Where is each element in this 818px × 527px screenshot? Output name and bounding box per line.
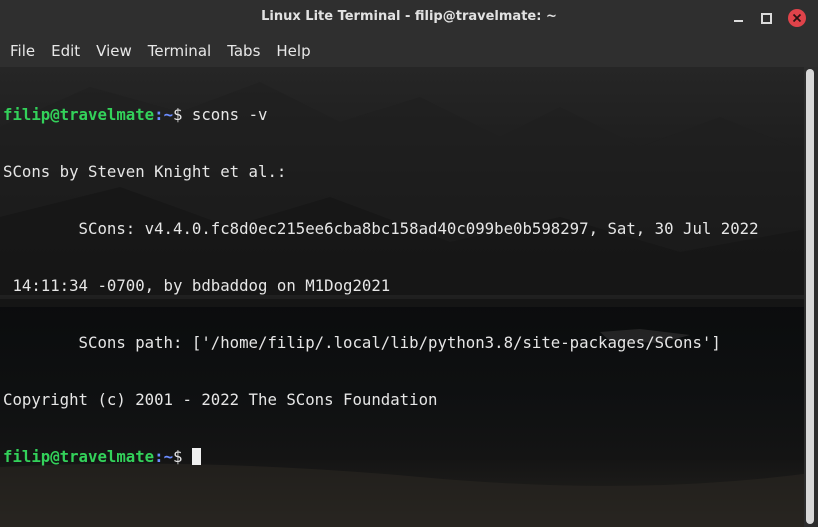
prompt-path: :~ [154, 447, 174, 466]
prompt-symbol: $ [173, 447, 192, 466]
terminal-area[interactable]: filip@travelmate:~$ scons -v SCons by St… [0, 67, 818, 527]
close-button[interactable] [788, 9, 806, 27]
prompt-symbol: $ [173, 105, 192, 124]
prompt-user: filip@travelmate [3, 447, 155, 466]
maximize-button[interactable] [757, 9, 775, 27]
prompt-path: :~ [154, 105, 174, 124]
menu-file[interactable]: File [2, 36, 43, 67]
output-line: Copyright (c) 2001 - 2022 The SCons Foun… [3, 390, 438, 409]
output-line: SCons: v4.4.0.fc8d0ec215ee6cba8bc158ad40… [3, 219, 759, 238]
prompt-line: filip@travelmate:~$ [3, 447, 805, 466]
output-line: 14:11:34 -0700, by bdbaddog on M1Dog2021 [3, 276, 391, 295]
menu-bar: File Edit View Terminal Tabs Help [0, 36, 818, 67]
terminal-output: filip@travelmate:~$ scons -v SCons by St… [3, 67, 805, 504]
minimize-button[interactable] [729, 9, 747, 27]
output-line: SCons by Steven Knight et al.: [3, 162, 287, 181]
title-bar[interactable]: Linux Lite Terminal - filip@travelmate: … [0, 0, 818, 36]
text-cursor [191, 448, 201, 465]
terminal-window: Linux Lite Terminal - filip@travelmate: … [0, 0, 818, 527]
maximize-icon [760, 12, 772, 24]
scrollbar-thumb[interactable] [806, 69, 814, 524]
window-title: Linux Lite Terminal - filip@travelmate: … [261, 9, 557, 24]
minimize-icon [733, 19, 743, 22]
command-text: scons -v [191, 105, 268, 124]
menu-help[interactable]: Help [268, 36, 318, 67]
menu-tabs[interactable]: Tabs [219, 36, 268, 67]
menu-view[interactable]: View [88, 36, 140, 67]
prompt-user: filip@travelmate [3, 105, 155, 124]
menu-edit[interactable]: Edit [43, 36, 88, 67]
output-line: SCons path: ['/home/filip/.local/lib/pyt… [3, 333, 721, 352]
prompt-line: filip@travelmate:~$ scons -v [3, 105, 805, 124]
menu-terminal[interactable]: Terminal [140, 36, 219, 67]
close-icon [792, 13, 802, 23]
